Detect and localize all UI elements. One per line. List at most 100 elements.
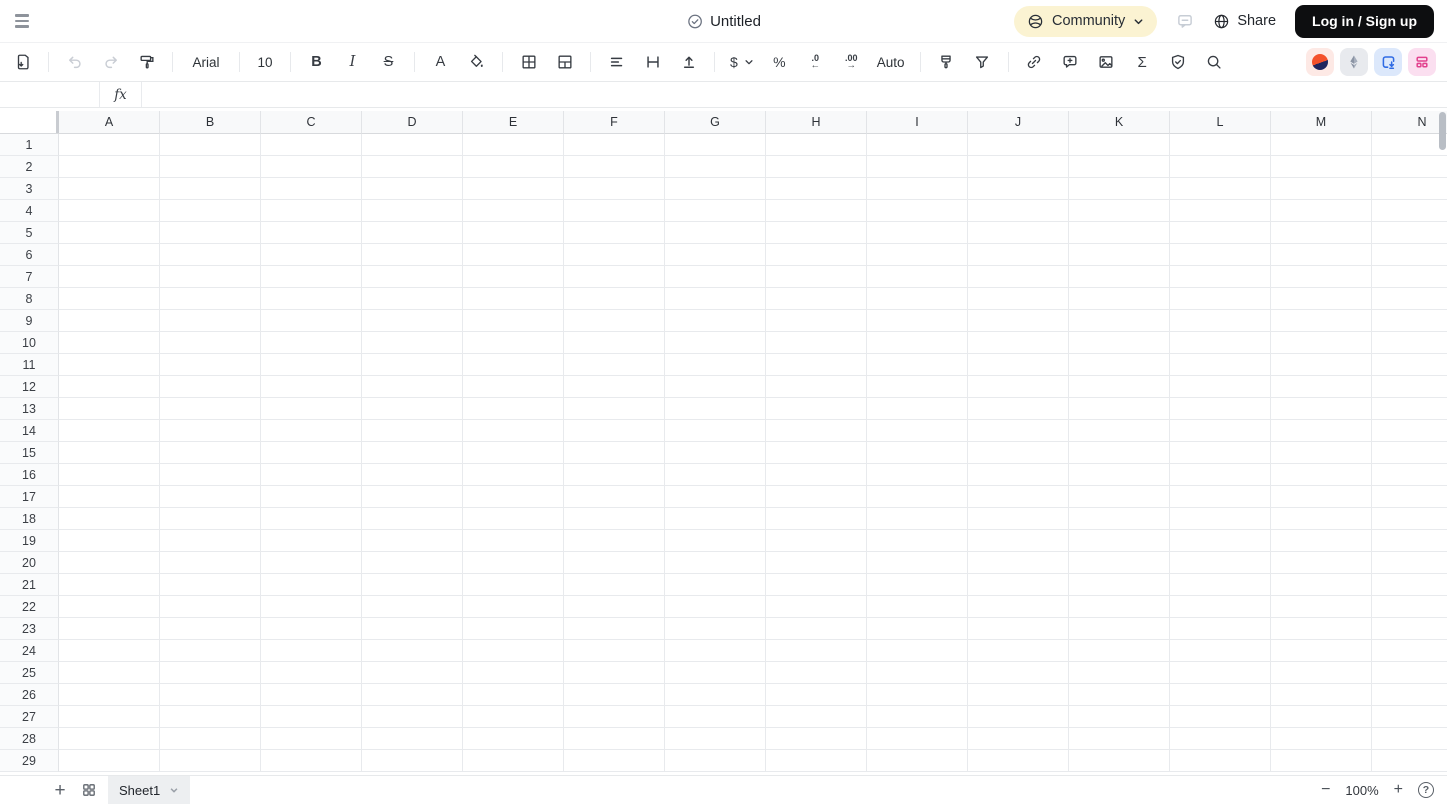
cell-D12[interactable] [362,376,463,398]
name-box[interactable] [0,82,100,107]
cell-E10[interactable] [463,332,564,354]
cell-D10[interactable] [362,332,463,354]
cell-C3[interactable] [261,178,362,200]
cell-H15[interactable] [766,442,867,464]
cell-C20[interactable] [261,552,362,574]
cell-M1[interactable] [1271,134,1372,156]
cell-L5[interactable] [1170,222,1271,244]
document-title[interactable]: Untitled [710,13,761,30]
cell-K15[interactable] [1069,442,1170,464]
cell-N8[interactable] [1372,288,1447,310]
cell-F8[interactable] [564,288,665,310]
cell-F17[interactable] [564,486,665,508]
cell-M8[interactable] [1271,288,1372,310]
cell-B22[interactable] [160,596,261,618]
cell-L2[interactable] [1170,156,1271,178]
cell-N18[interactable] [1372,508,1447,530]
cell-B7[interactable] [160,266,261,288]
cell-I2[interactable] [867,156,968,178]
cell-D24[interactable] [362,640,463,662]
cell-N2[interactable] [1372,156,1447,178]
cell-D21[interactable] [362,574,463,596]
cell-L19[interactable] [1170,530,1271,552]
cell-E21[interactable] [463,574,564,596]
cell-J6[interactable] [968,244,1069,266]
column-header-K[interactable]: K [1069,111,1170,134]
cell-G25[interactable] [665,662,766,684]
search-button[interactable] [1201,49,1228,75]
horizontal-align-button[interactable] [603,49,630,75]
cell-K5[interactable] [1069,222,1170,244]
cell-E5[interactable] [463,222,564,244]
cell-J26[interactable] [968,684,1069,706]
cell-L8[interactable] [1170,288,1271,310]
cell-M21[interactable] [1271,574,1372,596]
cell-N29[interactable] [1372,750,1447,772]
cell-H24[interactable] [766,640,867,662]
cell-K19[interactable] [1069,530,1170,552]
cell-D23[interactable] [362,618,463,640]
cell-D9[interactable] [362,310,463,332]
cell-E25[interactable] [463,662,564,684]
cell-J14[interactable] [968,420,1069,442]
cell-L18[interactable] [1170,508,1271,530]
cell-K28[interactable] [1069,728,1170,750]
cell-E18[interactable] [463,508,564,530]
cell-L7[interactable] [1170,266,1271,288]
cell-K25[interactable] [1069,662,1170,684]
cell-L13[interactable] [1170,398,1271,420]
row-header-10[interactable]: 10 [0,332,59,354]
cell-C19[interactable] [261,530,362,552]
cell-D17[interactable] [362,486,463,508]
cell-N1[interactable] [1372,134,1447,156]
cell-J8[interactable] [968,288,1069,310]
cell-M3[interactable] [1271,178,1372,200]
cell-K29[interactable] [1069,750,1170,772]
cell-M18[interactable] [1271,508,1372,530]
cell-E27[interactable] [463,706,564,728]
cell-H6[interactable] [766,244,867,266]
cell-B29[interactable] [160,750,261,772]
cell-F7[interactable] [564,266,665,288]
cell-F4[interactable] [564,200,665,222]
cell-M19[interactable] [1271,530,1372,552]
cell-I23[interactable] [867,618,968,640]
cell-D14[interactable] [362,420,463,442]
cell-J4[interactable] [968,200,1069,222]
cell-F11[interactable] [564,354,665,376]
row-header-19[interactable]: 19 [0,530,59,552]
cell-J25[interactable] [968,662,1069,684]
row-header-2[interactable]: 2 [0,156,59,178]
cell-A23[interactable] [59,618,160,640]
cell-M20[interactable] [1271,552,1372,574]
cell-I21[interactable] [867,574,968,596]
cell-B28[interactable] [160,728,261,750]
cell-J5[interactable] [968,222,1069,244]
cell-G8[interactable] [665,288,766,310]
cell-C14[interactable] [261,420,362,442]
cell-B14[interactable] [160,420,261,442]
cell-B3[interactable] [160,178,261,200]
cell-B6[interactable] [160,244,261,266]
select-all-corner[interactable] [0,111,59,134]
cell-F22[interactable] [564,596,665,618]
cell-N14[interactable] [1372,420,1447,442]
cell-N15[interactable] [1372,442,1447,464]
cell-A4[interactable] [59,200,160,222]
insert-image-button[interactable] [1093,49,1120,75]
cell-L1[interactable] [1170,134,1271,156]
cell-M14[interactable] [1271,420,1372,442]
row-header-25[interactable]: 25 [0,662,59,684]
cell-K12[interactable] [1069,376,1170,398]
cell-K4[interactable] [1069,200,1170,222]
row-header-5[interactable]: 5 [0,222,59,244]
cell-A19[interactable] [59,530,160,552]
cell-F16[interactable] [564,464,665,486]
cell-B21[interactable] [160,574,261,596]
zoom-level[interactable]: 100% [1345,783,1378,798]
login-signup-button[interactable]: Log in / Sign up [1295,4,1434,38]
cell-G16[interactable] [665,464,766,486]
cell-B2[interactable] [160,156,261,178]
cell-J12[interactable] [968,376,1069,398]
vertical-align-button[interactable] [675,49,702,75]
